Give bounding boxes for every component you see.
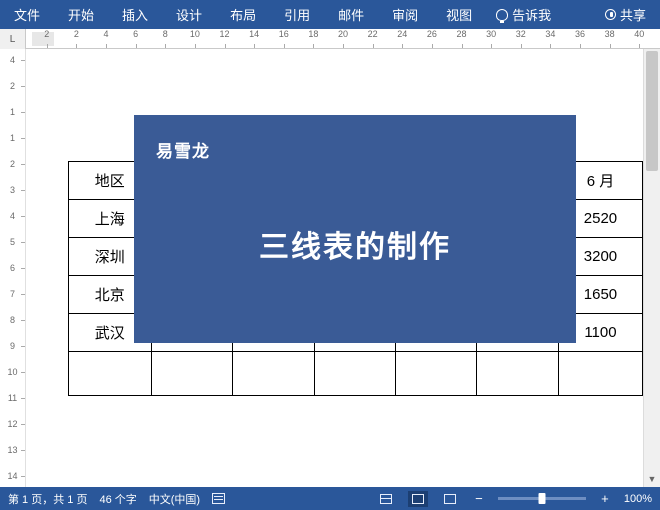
tell-me[interactable]: 告诉我 bbox=[486, 5, 561, 24]
v-ruler-tick: 11 bbox=[0, 393, 25, 403]
v-ruler-tick: 14 bbox=[0, 471, 25, 481]
v-ruler-tick: 13 bbox=[0, 445, 25, 455]
h-ruler-tick: 14 bbox=[239, 29, 269, 48]
v-ruler-tick: 5 bbox=[0, 237, 25, 247]
share-button[interactable]: 共享 bbox=[591, 5, 660, 24]
view-read-mode[interactable] bbox=[376, 491, 396, 507]
v-ruler-tick: 1 bbox=[0, 133, 25, 143]
h-ruler-tick: 18 bbox=[299, 29, 329, 48]
tab-design[interactable]: 设计 bbox=[162, 0, 216, 29]
table-cell[interactable] bbox=[69, 352, 152, 396]
h-ruler-tick: 2 bbox=[62, 29, 92, 48]
table-cell[interactable] bbox=[477, 352, 558, 396]
ruler-row: L 2246810121416182022242628303234363840 bbox=[0, 29, 660, 49]
workspace: 4211234567891011121314 地区6 月上海2520深圳3200… bbox=[0, 49, 660, 487]
v-ruler-tick: 8 bbox=[0, 315, 25, 325]
table-cell[interactable] bbox=[558, 352, 642, 396]
h-ruler-tick: 32 bbox=[506, 29, 536, 48]
status-word-count[interactable]: 46 个字 bbox=[99, 491, 136, 507]
bulb-icon bbox=[496, 9, 508, 21]
overlay-card: 易雪龙 三线表的制作 bbox=[134, 115, 576, 343]
overlay-title: 三线表的制作 bbox=[156, 222, 554, 266]
v-ruler-tick: 2 bbox=[0, 81, 25, 91]
vertical-scrollbar[interactable]: ▲ ▼ bbox=[643, 49, 660, 487]
vertical-ruler[interactable]: 4211234567891011121314 bbox=[0, 49, 26, 487]
tab-file[interactable]: 文件 bbox=[0, 0, 54, 29]
v-ruler-tick: 6 bbox=[0, 263, 25, 273]
status-language[interactable]: 中文(中国) bbox=[149, 491, 200, 507]
view-web-layout[interactable] bbox=[440, 491, 460, 507]
h-ruler-tick: 30 bbox=[476, 29, 506, 48]
v-ruler-tick: 2 bbox=[0, 159, 25, 169]
ruler-corner[interactable]: L bbox=[0, 29, 26, 49]
h-ruler-tick: 6 bbox=[121, 29, 151, 48]
horizontal-ruler[interactable]: 2246810121416182022242628303234363840 bbox=[26, 29, 660, 48]
view-print-layout[interactable] bbox=[408, 491, 428, 507]
tab-layout[interactable]: 布局 bbox=[216, 0, 270, 29]
h-ruler-tick: 34 bbox=[536, 29, 566, 48]
zoom-thumb[interactable] bbox=[538, 493, 545, 504]
h-ruler-tick: 10 bbox=[180, 29, 210, 48]
keyboard-icon[interactable] bbox=[212, 493, 225, 504]
h-ruler-tick: 38 bbox=[595, 29, 625, 48]
v-ruler-tick: 1 bbox=[0, 107, 25, 117]
status-page[interactable]: 第 1 页，共 1 页 bbox=[8, 491, 87, 507]
zoom-percent[interactable]: 100% bbox=[624, 493, 652, 505]
h-ruler-tick: 24 bbox=[388, 29, 418, 48]
h-ruler-tick: 8 bbox=[151, 29, 181, 48]
ribbon: 文件 开始 插入 设计 布局 引用 邮件 审阅 视图 告诉我 共享 bbox=[0, 0, 660, 29]
h-ruler-tick: 28 bbox=[447, 29, 477, 48]
table-cell[interactable] bbox=[314, 352, 395, 396]
v-ruler-tick: 4 bbox=[0, 211, 25, 221]
v-ruler-tick: 9 bbox=[0, 341, 25, 351]
h-ruler-tick: 2 bbox=[32, 29, 62, 48]
table-row[interactable] bbox=[69, 352, 643, 396]
scroll-down-arrow[interactable]: ▼ bbox=[644, 471, 660, 487]
tab-insert[interactable]: 插入 bbox=[108, 0, 162, 29]
tab-home[interactable]: 开始 bbox=[54, 0, 108, 29]
v-ruler-tick: 3 bbox=[0, 185, 25, 195]
h-ruler-tick: 20 bbox=[328, 29, 358, 48]
h-ruler-tick: 40 bbox=[625, 29, 655, 48]
h-ruler-tick: 22 bbox=[358, 29, 388, 48]
zoom-slider[interactable] bbox=[498, 497, 586, 500]
h-ruler-tick: 26 bbox=[417, 29, 447, 48]
table-cell[interactable] bbox=[396, 352, 477, 396]
scroll-thumb[interactable] bbox=[646, 51, 658, 171]
share-icon bbox=[605, 9, 616, 20]
zoom-in-button[interactable]: + bbox=[598, 491, 612, 506]
tab-review[interactable]: 审阅 bbox=[378, 0, 432, 29]
overlay-logo: 易雪龙 bbox=[156, 137, 554, 162]
v-ruler-tick: 4 bbox=[0, 55, 25, 65]
table-cell[interactable] bbox=[151, 352, 232, 396]
h-ruler-tick: 4 bbox=[91, 29, 121, 48]
tell-me-label: 告诉我 bbox=[512, 5, 551, 24]
page-area[interactable]: 地区6 月上海2520深圳3200北京1650武汉1100 易雪龙 三线表的制作 bbox=[26, 49, 643, 487]
h-ruler-tick: 16 bbox=[269, 29, 299, 48]
status-bar: 第 1 页，共 1 页 46 个字 中文(中国) − + 100% bbox=[0, 487, 660, 510]
v-ruler-tick: 10 bbox=[0, 367, 25, 377]
share-label: 共享 bbox=[620, 5, 646, 24]
h-ruler-tick: 12 bbox=[210, 29, 240, 48]
zoom-out-button[interactable]: − bbox=[472, 491, 486, 506]
tab-references[interactable]: 引用 bbox=[270, 0, 324, 29]
tab-mailings[interactable]: 邮件 bbox=[324, 0, 378, 29]
table-cell[interactable] bbox=[233, 352, 314, 396]
tab-view[interactable]: 视图 bbox=[432, 0, 486, 29]
v-ruler-tick: 7 bbox=[0, 289, 25, 299]
h-ruler-tick: 36 bbox=[565, 29, 595, 48]
v-ruler-tick: 12 bbox=[0, 419, 25, 429]
